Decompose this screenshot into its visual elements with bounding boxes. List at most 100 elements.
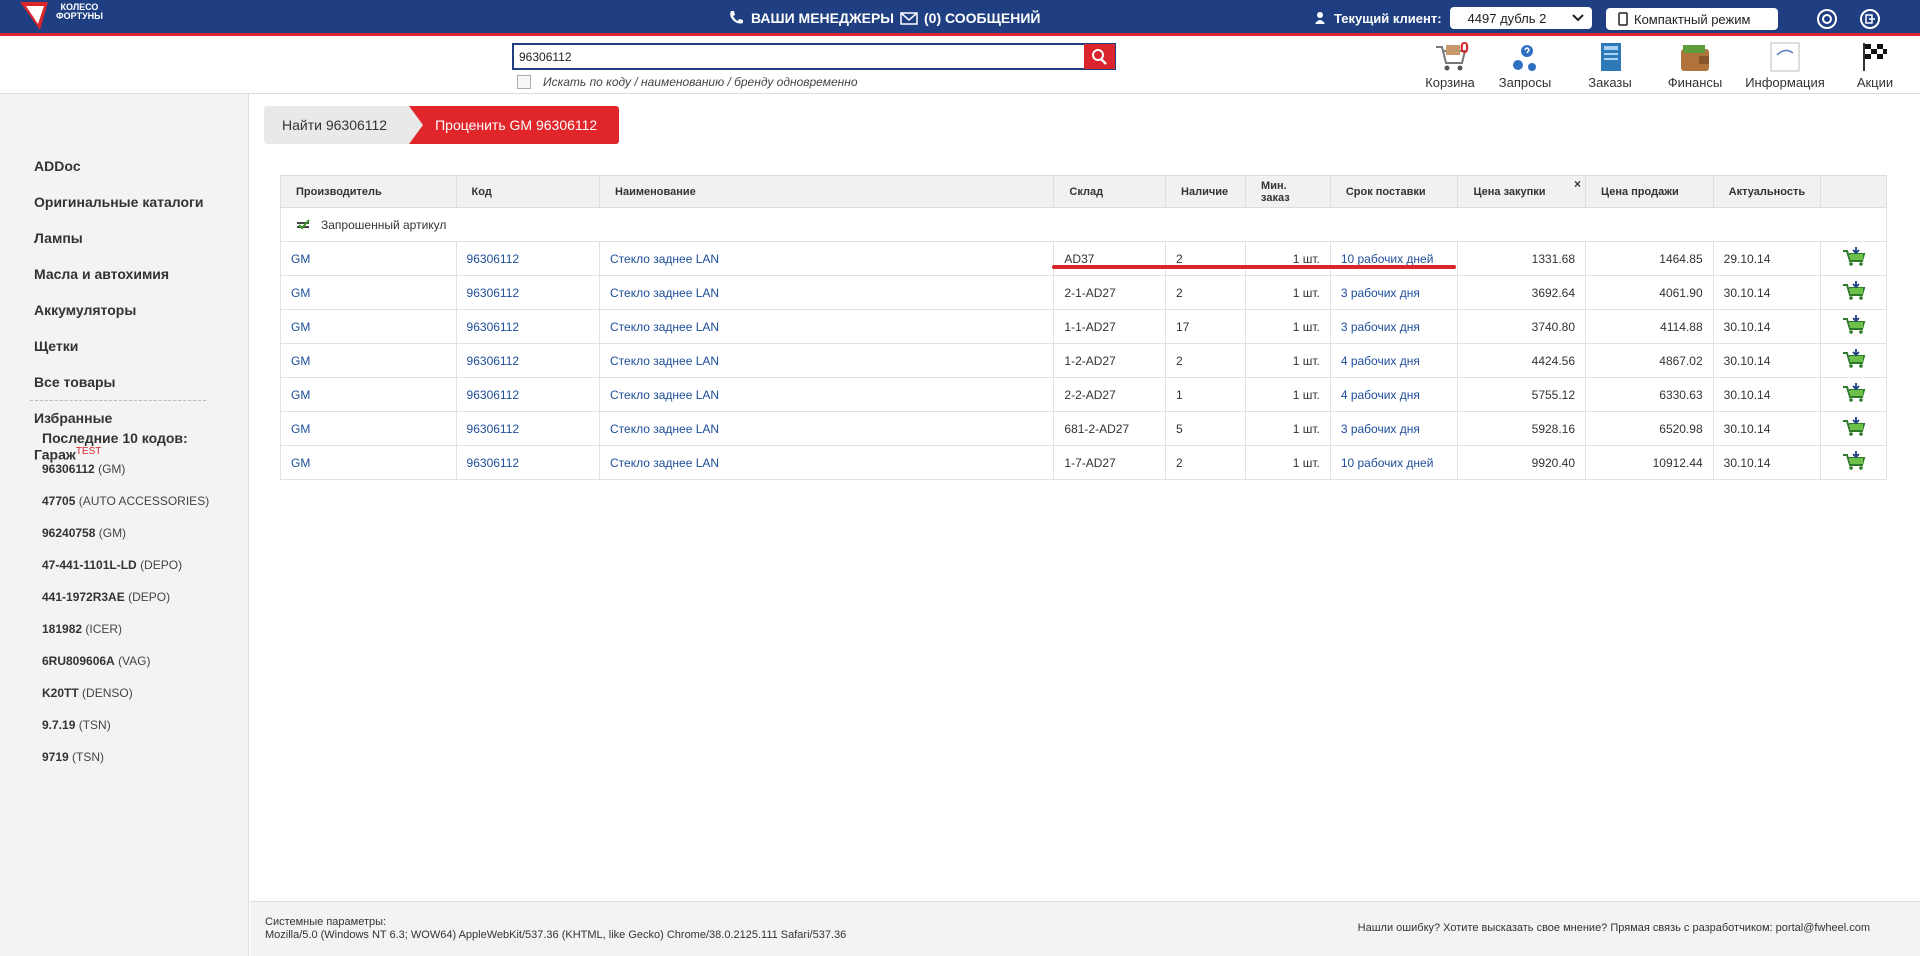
add-to-cart-cell[interactable]: [1820, 445, 1887, 480]
delivery-cell[interactable]: 10 рабочих дней: [1329, 241, 1458, 276]
sell-price-cell: 4114.88: [1585, 309, 1714, 344]
recent-code-item[interactable]: 6RU809606A (VAG): [42, 654, 151, 668]
header-buy-price[interactable]: Цена закупки ×: [1457, 175, 1587, 208]
add-to-cart-icon[interactable]: [1842, 247, 1866, 267]
add-to-cart-icon[interactable]: [1842, 349, 1866, 369]
nav-info[interactable]: Информация: [1745, 41, 1825, 90]
header-code[interactable]: Код: [455, 175, 601, 208]
sidebar-item-lamps[interactable]: Лампы: [34, 230, 83, 246]
gear-icon[interactable]: [1816, 8, 1838, 30]
recent-code-item[interactable]: 47-441-1101L-LD (DEPO): [42, 558, 182, 572]
sell-price-cell: 6330.63: [1585, 377, 1714, 412]
nav-orders[interactable]: Заказы: [1570, 41, 1650, 90]
name-cell[interactable]: Стекло заднее LAN: [599, 343, 1054, 378]
logo[interactable]: КОЛЕСО ФОРТУНЫ: [18, 0, 103, 36]
recent-code-item[interactable]: 96306112 (GM): [42, 462, 125, 476]
header-maker[interactable]: Производитель: [280, 175, 457, 208]
delivery-cell[interactable]: 4 рабочих дня: [1329, 377, 1458, 412]
header-stock[interactable]: Склад: [1053, 175, 1167, 208]
search-button[interactable]: [1084, 44, 1115, 69]
name-cell[interactable]: Стекло заднее LAN: [599, 241, 1054, 276]
add-to-cart-cell[interactable]: [1820, 275, 1887, 310]
delivery-cell[interactable]: 3 рабочих дня: [1329, 411, 1458, 446]
code-cell[interactable]: 96306112: [455, 377, 600, 412]
maker-cell[interactable]: GM: [280, 445, 457, 480]
add-to-cart-cell[interactable]: [1820, 309, 1887, 344]
name-cell[interactable]: Стекло заднее LAN: [599, 411, 1054, 446]
code-cell[interactable]: 96306112: [455, 275, 600, 310]
sidebar-item-wipers[interactable]: Щетки: [34, 338, 78, 354]
code-cell[interactable]: 96306112: [455, 343, 600, 378]
header-name[interactable]: Наименование: [599, 175, 1055, 208]
sidebar-item-garage[interactable]: ГаражTEST: [34, 446, 101, 463]
sidebar-item-all-goods[interactable]: Все товары: [34, 374, 116, 390]
date-cell: 30.10.14: [1712, 275, 1821, 310]
maker-cell[interactable]: GM: [280, 377, 457, 412]
maker-cell[interactable]: GM: [280, 275, 457, 310]
delivery-cell[interactable]: 3 рабочих дня: [1329, 275, 1458, 310]
search-icon: [1092, 49, 1107, 65]
header-min-order[interactable]: Мин. заказ: [1245, 175, 1331, 208]
add-to-cart-cell[interactable]: [1820, 411, 1887, 446]
delivery-cell[interactable]: 3 рабочих дня: [1329, 309, 1458, 344]
search-all-checkbox[interactable]: [517, 75, 531, 89]
sidebar-item-favorites[interactable]: Избранные: [34, 410, 112, 426]
close-icon[interactable]: ×: [1574, 177, 1581, 191]
maker-cell[interactable]: GM: [280, 309, 457, 344]
header-qty[interactable]: Наличие: [1165, 175, 1247, 208]
add-to-cart-icon[interactable]: [1842, 315, 1866, 335]
header-separator: [0, 93, 1920, 94]
add-to-cart-icon[interactable]: [1842, 451, 1866, 471]
maker-cell[interactable]: GM: [280, 241, 457, 276]
code-cell[interactable]: 96306112: [455, 445, 600, 480]
breadcrumb-find[interactable]: Найти 96306112: [264, 106, 424, 144]
sidebar-item-oils[interactable]: Масла и автохимия: [34, 266, 169, 282]
client-select[interactable]: 4497 дубль 2: [1449, 7, 1592, 29]
requests-icon: [1513, 45, 1536, 71]
add-to-cart-cell[interactable]: [1820, 241, 1887, 276]
maker-cell[interactable]: GM: [280, 411, 457, 446]
name-cell[interactable]: Стекло заднее LAN: [599, 275, 1054, 310]
add-to-cart-icon[interactable]: [1842, 417, 1866, 437]
logout-icon[interactable]: [1859, 8, 1881, 30]
recent-code-item[interactable]: 9.7.19 (TSN): [42, 718, 111, 732]
add-to-cart-cell[interactable]: [1820, 377, 1887, 412]
delivery-cell[interactable]: 4 рабочих дня: [1329, 343, 1458, 378]
code-cell[interactable]: 96306112: [455, 411, 600, 446]
delivery-cell[interactable]: 10 рабочих дней: [1329, 445, 1458, 480]
recent-code-item[interactable]: 96240758 (GM): [42, 526, 126, 540]
search-input[interactable]: [519, 48, 1079, 66]
buy-price-cell: 3692.64: [1457, 275, 1586, 310]
nav-finance[interactable]: Финансы: [1655, 41, 1735, 90]
sidebar-item-original-catalogs[interactable]: Оригинальные каталоги: [34, 194, 203, 210]
managers-link[interactable]: ВАШИ МЕНЕДЖЕРЫ: [751, 10, 894, 26]
breadcrumb-price[interactable]: Проценить GM 96306112: [409, 106, 620, 144]
feedback-text[interactable]: Нашли ошибку? Хотите высказать свое мнен…: [1358, 922, 1870, 934]
maker-cell[interactable]: GM: [280, 343, 457, 378]
name-cell[interactable]: Стекло заднее LAN: [599, 309, 1054, 344]
header-sell-price[interactable]: Цена продажи: [1585, 175, 1714, 208]
nav-cart[interactable]: 0 Корзина: [1410, 40, 1490, 90]
recent-code-item[interactable]: 47705 (AUTO ACCESSORIES): [42, 494, 209, 508]
code-cell[interactable]: 96306112: [455, 309, 600, 344]
add-to-cart-cell[interactable]: [1820, 343, 1887, 378]
header-date[interactable]: Актуальность: [1712, 175, 1822, 208]
add-to-cart-icon[interactable]: [1842, 281, 1866, 301]
recent-code-item[interactable]: K20TT (DENSO): [42, 686, 133, 700]
nav-promo-label: Акции: [1856, 75, 1894, 90]
recent-code-item[interactable]: 181982 (ICER): [42, 622, 122, 636]
name-cell[interactable]: Стекло заднее LAN: [599, 377, 1054, 412]
nav-requests[interactable]: Запросы: [1485, 41, 1565, 90]
messages-link[interactable]: (0) СООБЩЕНИЙ: [924, 10, 1040, 26]
nav-promo[interactable]: Акции: [1835, 41, 1915, 90]
phone-icon: [730, 11, 743, 24]
recent-code-item[interactable]: 9719 (TSN): [42, 750, 104, 764]
sidebar-item-batteries[interactable]: Аккумуляторы: [34, 302, 136, 318]
recent-code-item[interactable]: 441-1972R3AE (DEPO): [42, 590, 170, 604]
add-to-cart-icon[interactable]: [1842, 383, 1866, 403]
compact-mode-button[interactable]: Компактный режим: [1606, 8, 1778, 30]
code-cell[interactable]: 96306112: [455, 241, 600, 276]
name-cell[interactable]: Стекло заднее LAN: [599, 445, 1054, 480]
header-delivery[interactable]: Срок поставки: [1329, 175, 1459, 208]
sidebar-item-addoc[interactable]: ADDoc: [34, 158, 81, 174]
